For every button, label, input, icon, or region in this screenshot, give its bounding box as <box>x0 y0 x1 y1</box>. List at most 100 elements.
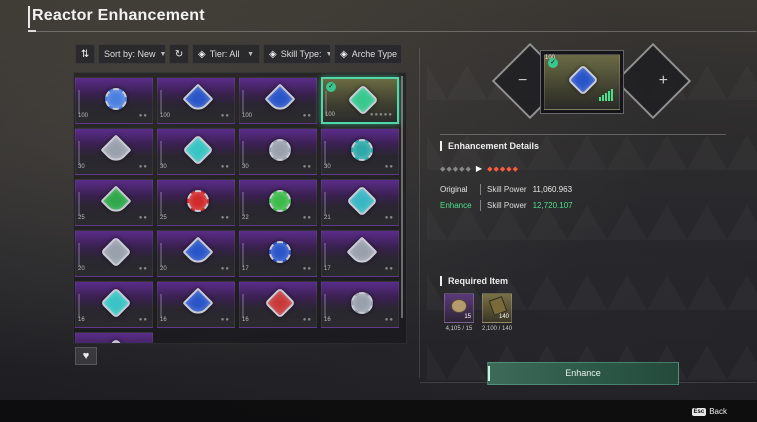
reactor-tile[interactable]: 25 ●● <box>157 179 235 226</box>
enhance-dots: ●● <box>384 317 394 323</box>
plus-icon[interactable]: + <box>659 72 668 90</box>
header-divider <box>28 31 756 32</box>
title-accent <box>28 6 30 28</box>
level-indicator <box>242 141 244 165</box>
heart-icon: ♥ <box>82 350 90 362</box>
reactor-level: 21 <box>324 215 331 221</box>
enhance-dots: ●● <box>138 266 148 272</box>
reactor-tile[interactable]: 25 ●● <box>75 179 153 226</box>
enhance-dots: ●● <box>302 215 312 221</box>
filter-toolbar: ⇅ Sort by: New ▼ ↻ ◈ Tier: All ▼ ◈ Skill… <box>75 44 405 64</box>
reactor-gem-icon <box>100 287 132 319</box>
reactor-gem-icon <box>346 185 378 217</box>
reactor-tile[interactable]: 17 ●● <box>239 230 317 277</box>
level-indicator <box>160 243 162 267</box>
tier-dropdown[interactable]: ◈ Tier: All ▼ <box>192 44 260 64</box>
original-stat-name: Skill Power <box>487 185 527 194</box>
required-item-qty: 140 <box>498 314 509 320</box>
reactor-gem-icon <box>567 64 599 96</box>
arche-type-dropdown[interactable]: ◈ Arche Type ▼ <box>334 44 402 64</box>
required-item-count: 2,100 / 140 <box>482 326 513 332</box>
level-indicator <box>78 90 80 114</box>
reactor-level: 30 <box>160 164 167 170</box>
reactor-level: 25 <box>160 215 167 221</box>
level-indicator <box>242 90 244 114</box>
reactor-gem-icon <box>182 287 214 319</box>
enhance-level-bars <box>599 89 613 101</box>
level-indicator <box>78 294 80 318</box>
sort-order-icon: ⇅ <box>80 48 90 60</box>
enhance-stat-row: Enhance Skill Power 12,720.107 <box>440 200 573 211</box>
stat-separator <box>480 200 481 211</box>
sort-dropdown-label: Sort by: New <box>104 49 156 59</box>
reactor-level: 17 <box>242 266 249 272</box>
enhance-dots: ●● <box>220 266 230 272</box>
caret-down-icon: ▼ <box>159 50 166 58</box>
reactor-gem-icon <box>346 287 378 319</box>
reactor-tile[interactable]: 30 ●● <box>239 128 317 175</box>
enhance-dots: ●● <box>302 113 312 119</box>
enhance-dots: ●● <box>302 317 312 323</box>
enhance-dots: ●● <box>302 266 312 272</box>
enhance-dots: ●● <box>220 164 230 170</box>
enhance-button[interactable]: Enhance <box>487 362 679 385</box>
reactor-level: 100 <box>160 113 171 119</box>
reactor-grid: 100 ●● 100 ●● 100 ●● 100 ●●●●● ✓ 30 ●● 30 ●● 30 ●● 30 ●●… <box>75 77 399 343</box>
skill-type-dropdown[interactable]: ◈ Skill Type: ▼ <box>263 44 331 64</box>
minus-icon[interactable]: − <box>518 72 527 90</box>
reactor-tile[interactable]: 16 ●● <box>157 281 235 328</box>
required-item[interactable]: 140 2,100 / 140 <box>482 293 512 332</box>
reactor-tile[interactable]: 100 ●● <box>75 77 153 124</box>
enhance-dots: ●● <box>220 113 230 119</box>
details-divider <box>440 134 726 135</box>
reactor-tile[interactable]: 100 ●● <box>239 77 317 124</box>
enhance-dots: ●● <box>138 164 148 170</box>
reactor-tile[interactable]: 16 ●● <box>75 281 153 328</box>
reactor-tile[interactable]: 16 ●● <box>321 281 399 328</box>
reactor-tile[interactable]: 17 ●● <box>321 230 399 277</box>
level-indicator <box>324 141 326 165</box>
level-indicator <box>242 294 244 318</box>
enhance-dots: ●●●●● <box>369 112 393 118</box>
reactor-tile[interactable]: 21 ●● <box>321 179 399 226</box>
reactor-gem-icon <box>182 236 214 268</box>
required-item[interactable]: 15 4,105 / 15 <box>444 293 474 332</box>
sort-order-button[interactable]: ⇅ <box>75 44 95 64</box>
reactor-tile[interactable]: 30 ●● <box>157 128 235 175</box>
reactor-gem-icon <box>182 83 214 115</box>
level-indicator <box>78 243 80 267</box>
reactor-tile[interactable]: 22 ●● <box>239 179 317 226</box>
reactor-gem-icon <box>347 84 379 116</box>
reactor-level: 16 <box>242 317 249 323</box>
reactor-level: 17 <box>324 266 331 272</box>
layers-icon: ◈ <box>340 48 348 60</box>
current-stars: ◆◆◆◆◆ <box>440 165 472 173</box>
level-indicator <box>78 192 80 216</box>
grid-scrollbar[interactable] <box>401 76 403 318</box>
arrow-right-icon: ▶ <box>475 164 484 173</box>
reactor-tile[interactable]: 100 ●● <box>157 77 235 124</box>
selected-reactor-slot[interactable]: ✓ 100 <box>540 50 624 114</box>
next-stars: ◆◆◆◆◆ <box>487 165 519 173</box>
required-item-box: 140 <box>482 293 512 323</box>
reactor-tile[interactable]: 16 ●● <box>239 281 317 328</box>
reactor-tile[interactable]: 100 ●●●●● ✓ <box>321 77 399 124</box>
sort-dropdown[interactable]: Sort by: New ▼ <box>98 44 166 64</box>
reactor-tile[interactable]: ●● <box>75 332 153 343</box>
reactor-tile[interactable]: 30 ●● <box>321 128 399 175</box>
reset-button[interactable]: ↻ <box>169 44 189 64</box>
back-button[interactable]: Esc Back <box>691 407 727 416</box>
favorite-button[interactable]: ♥ <box>75 347 97 365</box>
layers-icon: ◈ <box>198 48 206 60</box>
reactor-level: 25 <box>78 215 85 221</box>
enhancement-slot-area: − + ✓ 100 <box>491 42 692 122</box>
reactor-level: 20 <box>160 266 167 272</box>
reactor-gem-icon <box>264 236 296 268</box>
reactor-level: 22 <box>242 215 249 221</box>
reactor-grid-panel: 100 ●● 100 ●● 100 ●● 100 ●●●●● ✓ 30 ●● 30 ●● 30 ●● 30 ●●… <box>73 72 407 344</box>
stat-separator <box>480 184 481 195</box>
reactor-tile[interactable]: 20 ●● <box>75 230 153 277</box>
reactor-tile[interactable]: 20 ●● <box>157 230 235 277</box>
reactor-gem-icon <box>100 185 132 217</box>
reactor-tile[interactable]: 30 ●● <box>75 128 153 175</box>
